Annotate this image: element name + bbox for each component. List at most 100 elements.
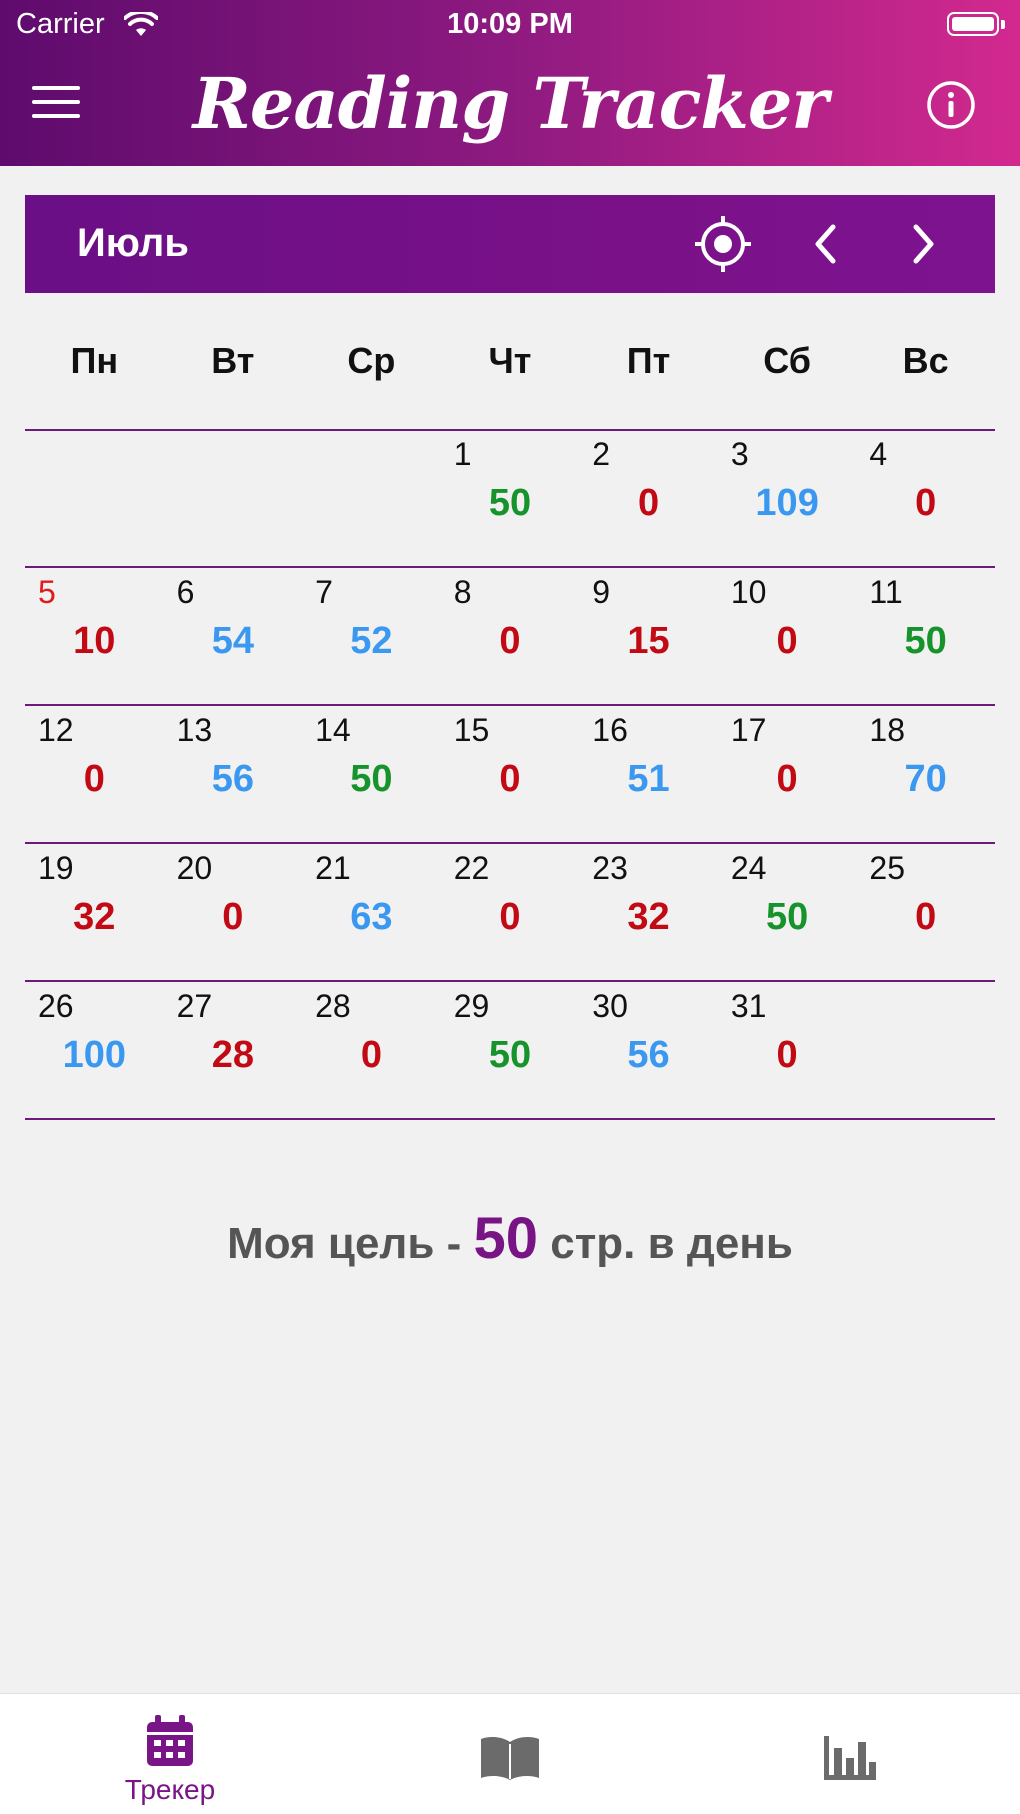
- day-number: 1: [453, 436, 472, 472]
- day-pages-read: 50: [904, 620, 947, 662]
- day-number: 24: [730, 850, 767, 886]
- day-number: 17: [730, 712, 767, 748]
- day-cell-31[interactable]: 31 0: [718, 982, 857, 1118]
- day-number: 23: [592, 850, 628, 886]
- day-cell-7[interactable]: 7 52: [302, 568, 441, 704]
- calendar: Пн Вт Ср Чт Пт Сб Вс 1 50 2 0 3 109 4 0 5 10 6 54 7 5…: [25, 300, 995, 1120]
- weekday-header: Пн Вт Ср Чт Пт Сб Вс: [25, 300, 995, 431]
- calendar-week-row: 12 0 13 56 14 50 15 0 16 51 17 0 18 70: [25, 706, 995, 844]
- day-number: 30: [592, 988, 628, 1024]
- day-pages-read: 0: [776, 620, 798, 662]
- day-pages-read: 63: [350, 896, 393, 938]
- day-number: 12: [38, 712, 74, 748]
- month-title: Июль: [77, 221, 189, 265]
- day-cell-17[interactable]: 17 0: [718, 706, 857, 842]
- day-pages-read: 0: [83, 758, 105, 800]
- day-cell-18[interactable]: 18 70: [856, 706, 995, 842]
- month-navigation-bar: Июль: [25, 195, 995, 293]
- day-number: 11: [869, 574, 903, 610]
- day-cell-21[interactable]: 21 63: [302, 844, 441, 980]
- day-cell-11[interactable]: 11 50: [856, 568, 995, 704]
- chevron-left-icon[interactable]: [800, 217, 852, 271]
- day-number: 8: [453, 574, 472, 610]
- day-pages-read: 32: [73, 896, 116, 938]
- day-pages-read: 0: [222, 896, 244, 938]
- info-icon[interactable]: [926, 80, 976, 130]
- calendar-week-row: 1 50 2 0 3 109 4 0: [25, 430, 995, 568]
- day-number: 3: [730, 436, 749, 472]
- app-header: Carrier 10:09 PM Reading Tracker: [0, 0, 1020, 166]
- day-pages-read: 109: [755, 482, 819, 524]
- day-number: 2: [592, 436, 611, 472]
- day-cell-23[interactable]: 23 32: [579, 844, 718, 980]
- day-pages-read: 0: [499, 896, 521, 938]
- day-pages-read: 50: [765, 896, 809, 938]
- day-cell-29[interactable]: 29 50: [441, 982, 580, 1118]
- day-cell-13[interactable]: 13 56: [164, 706, 303, 842]
- day-cell-30[interactable]: 30 56: [579, 982, 718, 1118]
- day-number: 20: [176, 850, 213, 886]
- tab-tracker[interactable]: Трекер: [0, 1694, 340, 1814]
- day-pages-read: 51: [627, 758, 670, 800]
- day-cell-2[interactable]: 20: [579, 430, 718, 566]
- day-pages-read: 28: [211, 1034, 254, 1076]
- day-cell-6[interactable]: 6 54: [164, 568, 303, 704]
- day-cell-15[interactable]: 15 0: [441, 706, 580, 842]
- day-cell-22[interactable]: 22 0: [441, 844, 580, 980]
- weekday-tue: Вт: [211, 340, 255, 381]
- day-pages-read: 0: [915, 896, 937, 938]
- day-number: 31: [730, 988, 767, 1024]
- day-number: 25: [869, 850, 905, 886]
- day-pages-read: 0: [360, 1034, 382, 1076]
- day-cell-24[interactable]: 24 50: [718, 844, 857, 980]
- calendar-weeks: 1 50 2 0 3 109 4 0 5 10 6 54 7 52 8 0 9 15 10 0 11 50 12 0 13 56 1…: [25, 430, 995, 1120]
- day-cell-16[interactable]: 16 51: [579, 706, 718, 842]
- weekday-sat: Сб: [763, 340, 811, 381]
- day-number: 10: [730, 574, 767, 610]
- day-pages-read: 50: [488, 1034, 532, 1076]
- day-number: 5: [38, 574, 56, 610]
- day-cell-12[interactable]: 12 0: [25, 706, 164, 842]
- status-bar: Carrier 10:09 PM: [0, 0, 1020, 50]
- day-number: 9: [592, 574, 611, 610]
- weekday-fri: Пт: [626, 340, 671, 381]
- day-cell-26[interactable]: 26 100: [25, 982, 164, 1118]
- goal-value: 50: [473, 1206, 539, 1271]
- tab-statistics[interactable]: [680, 1694, 1020, 1814]
- day-number: 15: [453, 712, 490, 748]
- day-pages-read: 100: [62, 1034, 126, 1076]
- book-icon: [481, 1737, 539, 1780]
- day-pages-read: 52: [350, 620, 393, 662]
- tab-books[interactable]: [340, 1694, 680, 1814]
- day-cell-8[interactable]: 80: [441, 568, 580, 704]
- day-cell-28[interactable]: 28 0: [302, 982, 441, 1118]
- day-cell-25[interactable]: 25 0: [856, 844, 995, 980]
- day-cell-3[interactable]: 3 109: [718, 430, 857, 566]
- day-pages-read: 0: [915, 482, 937, 524]
- day-number: 14: [315, 712, 351, 748]
- day-cell-20[interactable]: 20 0: [164, 844, 303, 980]
- target-icon[interactable]: [692, 213, 754, 275]
- day-cell-9[interactable]: 9 15: [579, 568, 718, 704]
- app-title: Reading Tracker: [192, 62, 829, 145]
- day-number: 19: [38, 850, 74, 886]
- chevron-right-icon[interactable]: [897, 217, 949, 271]
- calendar-icon: [147, 1715, 193, 1766]
- day-pages-read: 32: [627, 896, 670, 938]
- day-cell-10[interactable]: 10 0: [718, 568, 857, 704]
- weekday-thu: Чт: [488, 340, 532, 381]
- day-cell-14[interactable]: 14 50: [302, 706, 441, 842]
- day-cell-5[interactable]: 5 10: [25, 568, 164, 704]
- day-number: 22: [453, 850, 490, 886]
- day-number: 6: [176, 574, 195, 610]
- day-pages-read: 15: [627, 620, 670, 662]
- weekday-wed: Ср: [347, 340, 396, 381]
- clock: 10:09 PM: [447, 8, 573, 40]
- day-cell-19[interactable]: 19 32: [25, 844, 164, 980]
- day-pages-read: 0: [499, 758, 521, 800]
- day-number: 21: [315, 850, 351, 886]
- day-cell-4[interactable]: 40: [856, 430, 995, 566]
- day-cell-27[interactable]: 27 28: [164, 982, 303, 1118]
- divider: [25, 1118, 995, 1120]
- day-cell-1[interactable]: 1 50: [441, 430, 580, 566]
